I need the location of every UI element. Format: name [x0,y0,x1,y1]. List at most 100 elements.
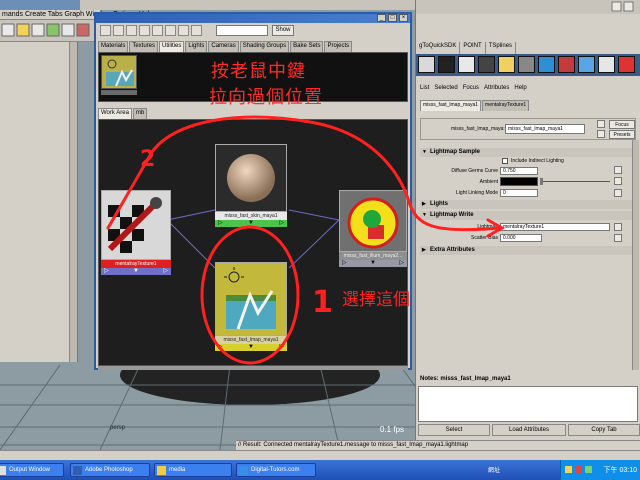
ambient-slider[interactable] [540,181,610,182]
include-indirect-checkbox[interactable] [502,158,508,164]
map-button-icon[interactable] [614,223,622,231]
misss-fast-skin-node[interactable]: misss_fast_skin_maya1 ▷ ▼ ▷ [215,144,287,228]
task-browser[interactable]: Digital-Tutors.com [236,463,316,477]
menu-attributes[interactable]: Attributes [484,85,509,91]
misss-fast-lmap-node[interactable]: misss_fast_lmap_maya1 ▷ ▼ ▷ [215,262,287,352]
lightmap-utility-thumbnail[interactable] [101,55,137,89]
ambient-color-swatch[interactable] [500,177,538,186]
shelf-icon[interactable] [618,56,635,73]
section-lightmap-sample[interactable]: Lightmap Sample [420,148,636,157]
diffuse-field[interactable]: 0.750 [500,167,538,175]
tab-materials[interactable]: Materials [98,41,129,52]
left-shelf-icons[interactable] [0,20,95,42]
tab-shading-groups[interactable]: Shading Groups [239,41,290,52]
mentalray-texture-node[interactable]: mentalrayTexture1 ▷ ▼ ▷ [101,190,171,276]
output-port-icon[interactable]: ▷ [279,344,284,351]
tab-textures[interactable]: Textures [129,41,159,52]
system-tray[interactable]: 下午 03:10 [560,460,640,480]
shelf-icon[interactable] [418,56,435,73]
node-ports[interactable]: ▷ ▼ ▷ [215,344,287,351]
output-port-icon[interactable]: ▷ [279,220,284,227]
output-port-icon[interactable]: ▷ [399,260,404,267]
shelf-icon[interactable] [458,56,475,73]
hypershade-titlebar[interactable]: _ □ × [96,14,410,23]
utilities-shelf-area[interactable]: 按老鼠中鍵 拉向過個位置 [98,52,408,108]
outliner-panel[interactable] [0,42,78,362]
presets-button[interactable]: Presets [609,130,635,139]
select-button[interactable]: Select [418,424,490,436]
shelf-icon[interactable] [438,56,455,73]
output-connection-icon[interactable] [597,130,605,138]
copy-tab-button[interactable]: Copy Tab [568,424,640,436]
section-lights[interactable]: Lights [420,200,636,209]
section-lightmap-write[interactable]: Lightmap Write [420,211,636,220]
node-ports[interactable]: ▷ ▼ ▷ [101,268,171,275]
outliner-scrollbar[interactable] [69,42,77,362]
task-photoshop[interactable]: Adobe Photoshop [70,463,150,477]
misss-fast-illum-node[interactable]: misss_fast_illum_maya2... ▷ ▼ ▷ [339,190,407,268]
map-button-icon[interactable] [614,177,622,185]
tab-lmap-node[interactable]: misss_fast_lmap_maya1 [420,100,482,111]
shelf-icon[interactable] [558,56,575,73]
menu-list[interactable]: List [420,85,429,91]
toolbar-button[interactable] [191,25,202,36]
toolbar-button[interactable] [165,25,176,36]
map-button-icon[interactable] [614,189,622,197]
show-button[interactable]: Show [272,25,294,36]
shelf-icon[interactable] [498,56,515,73]
map-button-icon[interactable] [614,166,622,174]
menu-help[interactable]: Help [514,85,526,91]
shelf-icon[interactable] [598,56,615,73]
input-connection-icon[interactable] [597,120,605,128]
input-port-icon[interactable]: ▷ [218,344,223,351]
close-icon[interactable]: × [399,14,408,22]
hypershade-work-area[interactable]: mentalrayTexture1 ▷ ▼ ▷ misss_fast_skin_… [98,119,408,366]
maximize-icon[interactable]: □ [388,14,397,22]
shelf-icon[interactable] [478,56,495,73]
clock[interactable]: 下午 03:10 [604,465,637,475]
attribute-scrollbar[interactable] [632,140,639,370]
notes-textarea[interactable] [418,386,638,422]
task-output-window[interactable]: Output Window [0,463,64,477]
tab-utilities[interactable]: Utilities [159,41,185,52]
input-port-icon[interactable]: ▷ [342,260,347,267]
input-port-icon[interactable]: ▷ [104,268,109,275]
linking-field[interactable]: 0 [500,189,538,197]
minimize-icon[interactable]: _ [377,14,386,22]
load-attributes-button[interactable]: Load Attributes [492,424,566,436]
toolbar-button[interactable] [113,25,124,36]
toolbar-button[interactable] [152,25,163,36]
output-port-icon[interactable]: ▷ [163,268,168,275]
expand-port-icon[interactable]: ▼ [370,260,376,267]
toolbar-button[interactable] [126,25,137,36]
hypershade-window[interactable]: _ □ × Show Materials Textures Utilities … [94,12,412,370]
lightmap-field[interactable]: mentalrayTexture1 [500,223,610,231]
expand-port-icon[interactable]: ▼ [248,220,254,227]
menu-focus[interactable]: Focus [463,85,479,91]
scatter-field[interactable]: 0.000 [500,234,542,242]
search-input[interactable] [216,25,268,36]
toolbar-button[interactable] [100,25,111,36]
menu-selected[interactable]: Selected [434,85,457,91]
tab-projects[interactable]: Projects [324,41,353,52]
shelf-tab[interactable]: POINT [460,42,486,54]
map-button-icon[interactable] [614,234,622,242]
shelf-tab[interactable]: gToQuickSDK [416,42,461,54]
input-port-icon[interactable]: ▷ [218,220,223,227]
attribute-editor[interactable]: gToQuickSDK POINT TSplines List Selected… [415,0,640,450]
toolbar-button[interactable] [178,25,189,36]
focus-button[interactable]: Focus [609,120,635,129]
main-menubar[interactable]: mands Create Tabs Graph Window Options H… [0,10,153,20]
tab-mb[interactable]: mb [132,108,148,119]
tab-work-area[interactable]: Work Area [98,108,132,119]
shelf-icon[interactable] [538,56,555,73]
expand-port-icon[interactable]: ▼ [248,344,254,351]
tab-mentalray-texture[interactable]: mentalrayTexture1 [482,100,530,111]
shelf-tab[interactable]: TSplines [486,42,517,54]
toolbar-button[interactable] [139,25,150,36]
shelf-icon[interactable] [578,56,595,73]
shelf-icon[interactable] [518,56,535,73]
node-ports[interactable]: ▷ ▼ ▷ [215,220,287,227]
horizontal-scrollbar[interactable] [98,366,408,370]
tab-bake-sets[interactable]: Bake Sets [290,41,324,52]
